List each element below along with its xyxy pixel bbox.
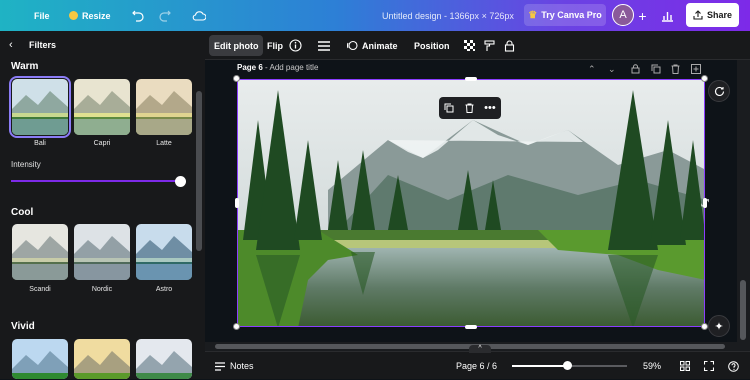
element-float-toolbar: ••• xyxy=(439,97,501,119)
resize-button[interactable]: Resize xyxy=(69,0,111,31)
try-pro-button[interactable]: ♛ Try Canva Pro xyxy=(524,4,606,26)
avatar[interactable]: A xyxy=(612,4,634,26)
resize-handle-bottom-right[interactable] xyxy=(701,323,708,330)
page-up-icon[interactable]: ⌃ xyxy=(588,62,596,76)
filter-label-nordic: Nordic xyxy=(91,286,113,293)
share-label: Share xyxy=(706,10,732,20)
add-collaborator-icon[interactable]: + xyxy=(634,7,651,24)
section-title-cool: Cool xyxy=(11,207,34,218)
edit-photo-button[interactable]: Edit photo xyxy=(214,31,259,60)
flip-button[interactable]: Flip xyxy=(267,31,283,60)
filter-thumb-scandi[interactable] xyxy=(12,224,68,280)
editor-toolbar: Edit photo Flip Animate Position xyxy=(205,31,750,60)
rotate-button[interactable] xyxy=(708,80,730,102)
panel-title: Filters xyxy=(29,40,57,50)
section-title-warm: Warm xyxy=(11,61,39,72)
expand-icon[interactable]: ⤢ xyxy=(696,196,714,210)
intensity-label: Intensity xyxy=(11,160,41,169)
back-chevron-icon[interactable]: ‹ xyxy=(9,39,13,51)
delete-page-icon[interactable] xyxy=(671,62,680,76)
resize-handle-top-left[interactable] xyxy=(233,75,240,82)
crown-icon: ♛ xyxy=(528,9,538,21)
notes-label: Notes xyxy=(230,361,254,371)
animate-label: Animate xyxy=(362,40,398,51)
duplicate-page-icon[interactable] xyxy=(651,62,661,76)
analytics-icon[interactable] xyxy=(659,7,676,24)
filter-thumb-vivid-3[interactable] xyxy=(136,339,192,379)
page-title-input[interactable]: - Add page title xyxy=(265,63,318,72)
undo-icon[interactable] xyxy=(129,7,146,24)
filter-thumb-nordic[interactable] xyxy=(74,224,130,280)
share-button[interactable]: Share xyxy=(686,3,739,27)
filter-label-bali: Bali xyxy=(34,140,46,147)
filter-label-astro: Astro xyxy=(155,286,173,293)
lock-icon[interactable] xyxy=(504,31,515,60)
filter-thumb-latte[interactable] xyxy=(136,79,192,135)
resize-handle-top[interactable] xyxy=(465,77,477,81)
notes-button[interactable]: Notes xyxy=(215,352,254,380)
crown-icon xyxy=(69,11,78,20)
border-style-icon[interactable] xyxy=(318,31,330,60)
page-label[interactable]: Page 6 - Add page title xyxy=(237,63,318,72)
transparency-icon[interactable] xyxy=(464,31,475,60)
resize-label: Resize xyxy=(82,10,111,21)
filter-thumb-bali[interactable] xyxy=(9,76,71,138)
magic-button[interactable]: ✦ xyxy=(708,315,730,337)
filter-thumb-astro[interactable] xyxy=(136,224,192,280)
zoom-value[interactable]: 59% xyxy=(643,352,661,380)
sparkle-icon: ✦ xyxy=(714,320,724,333)
paint-roller-icon[interactable] xyxy=(484,31,495,60)
info-icon[interactable] xyxy=(289,31,302,60)
redo-icon[interactable] xyxy=(156,7,173,24)
filter-thumb-vivid-2[interactable] xyxy=(74,339,130,379)
zoom-slider-fill xyxy=(512,365,568,367)
top-bar: File Resize Untitled design - 1366px × 7… xyxy=(0,0,750,31)
file-menu[interactable]: File xyxy=(34,0,50,31)
add-page-icon[interactable] xyxy=(691,62,701,76)
resize-handle-top-right[interactable] xyxy=(701,75,708,82)
document-title[interactable]: Untitled design - 1366px × 726px xyxy=(382,0,514,31)
intensity-slider-handle[interactable] xyxy=(175,176,186,187)
refresh-icon xyxy=(714,86,724,96)
intensity-slider-track[interactable] xyxy=(11,180,181,182)
animate-icon xyxy=(347,40,358,51)
fullscreen-icon[interactable] xyxy=(704,352,714,380)
vertical-scroll-thumb[interactable] xyxy=(740,280,746,340)
cloud-sync-icon[interactable] xyxy=(190,7,207,24)
try-pro-label: Try Canva Pro xyxy=(541,10,602,20)
resize-handle-bottom[interactable] xyxy=(465,325,477,329)
page-down-icon[interactable]: ⌄ xyxy=(608,62,616,76)
page-lock-icon[interactable] xyxy=(631,62,640,76)
filter-label-capri: Capri xyxy=(93,140,111,147)
filter-thumb-vivid-1[interactable] xyxy=(12,339,68,379)
panel-scrollbar[interactable] xyxy=(196,91,202,251)
canvas-area: Page 6 - Add page title ⌃ ⌄ ••• ✦ ⤢ xyxy=(205,60,750,351)
duplicate-icon[interactable] xyxy=(444,103,454,113)
upload-icon xyxy=(693,10,703,20)
help-icon[interactable] xyxy=(728,352,739,380)
filter-thumb-capri[interactable] xyxy=(74,79,130,135)
resize-handle-left[interactable] xyxy=(235,198,239,208)
section-title-vivid: Vivid xyxy=(11,321,35,332)
zoom-slider-handle[interactable] xyxy=(563,361,572,370)
page-number-label: Page 6 xyxy=(237,63,263,72)
notes-icon xyxy=(215,361,225,371)
delete-icon[interactable] xyxy=(465,103,474,113)
position-button[interactable]: Position xyxy=(414,31,450,60)
more-options-icon[interactable]: ••• xyxy=(484,103,496,114)
grid-view-icon[interactable] xyxy=(680,352,690,380)
vertical-scrollbar[interactable] xyxy=(737,60,750,351)
page-indicator[interactable]: Page 6 / 6 xyxy=(456,352,497,380)
filters-panel: ‹ Filters Warm Bali Capri Latte Intensit… xyxy=(0,31,205,379)
resize-handle-bottom-left[interactable] xyxy=(233,323,240,330)
panel-header: ‹ Filters xyxy=(0,31,205,60)
bottom-bar: ^ Notes Page 6 / 6 59% xyxy=(205,345,750,380)
animate-button[interactable]: Animate xyxy=(347,31,398,60)
filter-label-latte: Latte xyxy=(156,140,172,147)
filter-label-scandi: Scandi xyxy=(29,286,51,293)
